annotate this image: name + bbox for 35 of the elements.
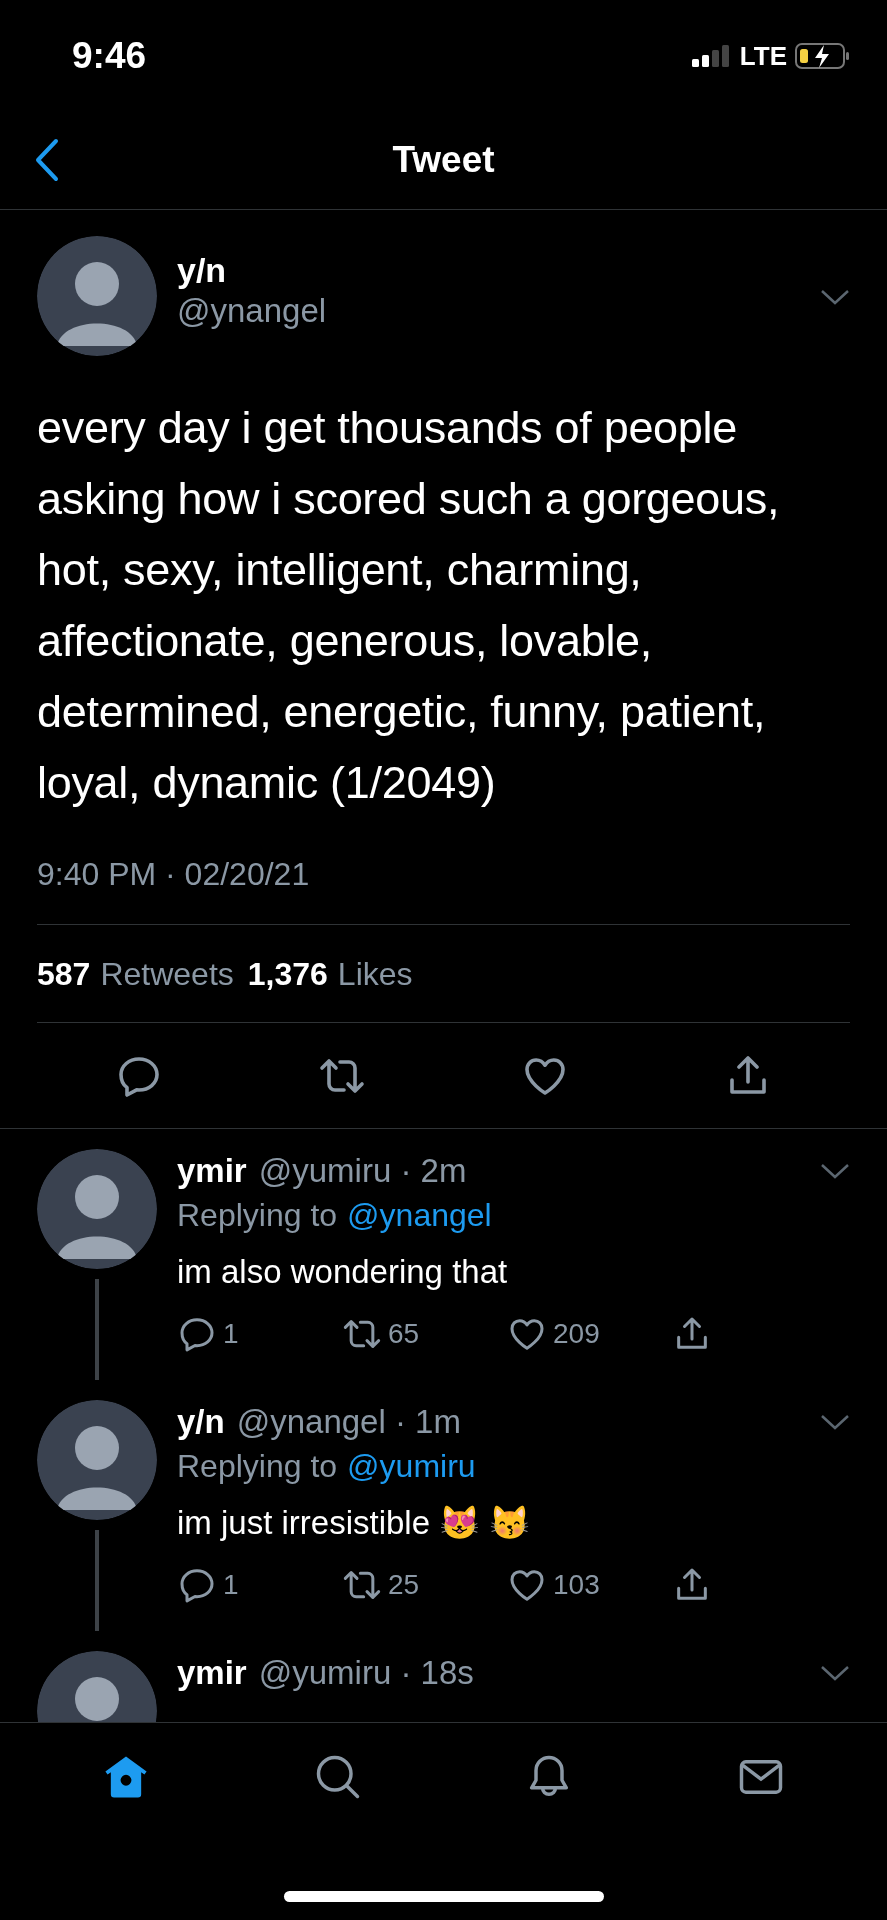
retweet-count: 65 [388,1317,420,1351]
reply-author[interactable]: ymir [177,1146,247,1196]
reply-count: 1 [223,1568,239,1602]
page-title: Tweet [392,137,495,182]
retweet-count: 25 [388,1568,420,1602]
reply-text: im also wondering that [177,1252,509,1292]
reply-author[interactable]: ymir [177,1648,247,1698]
tweet-text: every day i get thousands of people asking how i scored such a gorgeous, hot, sexy, intelligent, charming, affectionate, generous, lovable, determined, energetic, funny, patient, loyal, dynamic (1/2049) [37,401,781,810]
author-name[interactable]: y/n [177,250,227,290]
avatar[interactable] [37,236,157,356]
status-time: 9:46 [72,34,147,79]
stat-count: 587 [37,954,91,994]
tweet-timestamp: 9:40 PM · 02/20/21 [37,856,310,892]
reply-count: 1 [223,1317,239,1351]
like-count: 209 [553,1317,600,1351]
network-label: LTE [739,39,787,73]
replying-to-label: Replying to [177,1447,338,1486]
chevron-down-icon[interactable] [820,1413,850,1431]
battery-icon [795,42,851,70]
stat-count: 1,376 [247,954,328,994]
back-icon[interactable] [34,137,60,182]
stat-label[interactable]: Likes [337,949,413,998]
reply-text: im just irresistible 😻 😽 [177,1503,532,1543]
stat-label[interactable]: Retweets [100,949,234,998]
author-handle[interactable]: @ynangel [177,290,327,332]
chevron-down-icon[interactable] [820,288,850,306]
replying-to-label: Replying to [177,1196,338,1235]
like-count: 103 [553,1568,600,1602]
reply-author[interactable]: y/n [177,1397,225,1447]
reply-handle-time[interactable]: @yumiru · 18s [258,1648,474,1698]
chevron-down-icon[interactable] [820,1162,850,1180]
avatar[interactable] [37,1149,157,1269]
signal-icon [691,45,732,67]
avatar[interactable] [37,1400,157,1520]
chevron-down-icon[interactable] [820,1664,850,1682]
